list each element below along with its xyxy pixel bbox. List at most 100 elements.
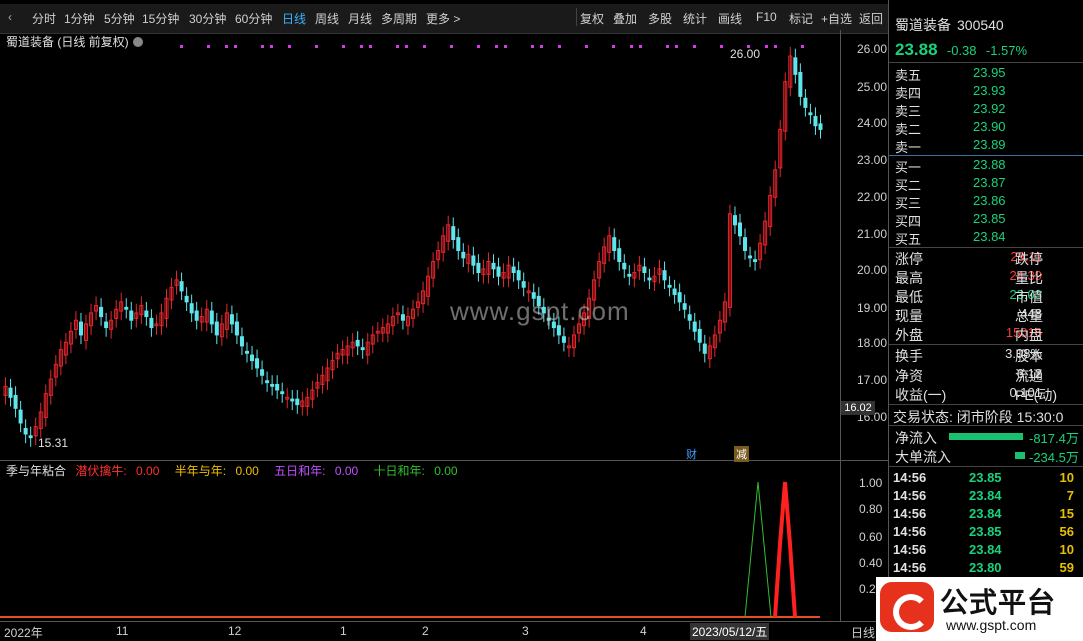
candle-body	[295, 398, 300, 406]
f10-button[interactable]: F10	[756, 10, 777, 24]
signal-dot	[639, 45, 642, 48]
bid-price: 23.88	[973, 157, 1006, 172]
period-tab[interactable]: 1分钟	[64, 10, 95, 27]
x-tick: 12	[228, 624, 242, 638]
ask-row[interactable]: 卖一 23.89	[895, 137, 1080, 155]
finance-badge[interactable]: 财	[684, 446, 699, 462]
period-indicator: 日线	[851, 626, 876, 640]
flow-bar	[949, 433, 1023, 440]
stock-name: 蜀道装备	[895, 17, 951, 33]
candle-body	[255, 358, 260, 369]
reduce-badge[interactable]: 减	[734, 446, 749, 462]
tick-row: 14:56 23.85 10	[893, 470, 1074, 485]
return-button[interactable]: 返回	[859, 10, 883, 27]
ask-price: 23.90	[973, 119, 1006, 134]
ask-row[interactable]: 卖二 23.90	[895, 119, 1080, 137]
y-tick: 26.00	[857, 42, 888, 56]
bid-row[interactable]: 买二 23.87	[895, 175, 1080, 193]
divider	[889, 344, 1083, 345]
period-tab-active[interactable]: 日线	[282, 10, 306, 27]
restore-right-button[interactable]: 复权	[580, 10, 604, 27]
indicator-chart[interactable]	[0, 474, 840, 620]
candlestick-chart[interactable]	[0, 45, 840, 460]
candle-body	[129, 310, 134, 321]
signal-dot	[693, 45, 696, 48]
flow-row: 大单流入 -234.5万	[895, 449, 1079, 465]
ask-row[interactable]: 卖五 23.95	[895, 65, 1080, 83]
candle-body	[476, 262, 481, 274]
tick-row: 14:56 23.84 10	[893, 542, 1074, 557]
high-price-label: 26.00	[730, 47, 761, 61]
candle-body	[471, 255, 476, 266]
green-spike	[744, 481, 772, 618]
bid-label: 买一	[895, 160, 922, 175]
price-change-pct: -1.57%	[985, 43, 1028, 58]
add-watchlist-button[interactable]: +自选	[821, 10, 852, 27]
candle-body	[753, 259, 758, 263]
y-tick: 0.80	[859, 502, 883, 516]
candle-body	[697, 328, 702, 343]
candle-body	[99, 306, 104, 318]
stat-row: 换手 3.08% 股本	[895, 346, 1043, 364]
candle-body	[265, 380, 270, 384]
overlay-button[interactable]: 叠加	[613, 10, 637, 27]
signal-dot	[675, 45, 678, 48]
y-tick: 24.00	[857, 116, 888, 130]
ask-row[interactable]: 卖四 23.93	[895, 83, 1080, 101]
candle-body	[234, 321, 239, 336]
tick-row: 14:56 23.80 59	[893, 560, 1074, 575]
candle-body	[214, 321, 219, 336]
statistics-button[interactable]: 统计	[683, 10, 707, 27]
ask-price: 23.92	[973, 101, 1006, 116]
candle-body	[511, 266, 516, 274]
bid-row[interactable]: 买四 23.85	[895, 211, 1080, 229]
period-tab[interactable]: 60分钟	[235, 10, 272, 27]
period-tab[interactable]: 周线	[315, 10, 339, 27]
signal-dot	[585, 45, 588, 48]
y-tick: 0.40	[859, 556, 883, 570]
signal-dot	[801, 45, 804, 48]
candle-body	[244, 350, 250, 354]
period-tab[interactable]: 分时	[32, 10, 56, 27]
period-tab[interactable]: 5分钟	[104, 10, 135, 27]
period-toolbar: ‹ 分时 1分钟 5分钟 15分钟 30分钟 60分钟 日线 周线 月线 多周期…	[0, 0, 888, 34]
candle-body	[280, 391, 285, 395]
bid-row[interactable]: 买一 23.88	[895, 157, 1080, 175]
candle-body	[521, 281, 526, 288]
bid-row[interactable]: 买五 23.84	[895, 229, 1080, 247]
divider	[889, 404, 1083, 405]
ask-row[interactable]: 卖三 23.92	[895, 101, 1080, 119]
candle-body	[239, 336, 244, 347]
price-axis: 26.00 25.00 24.00 23.00 22.00 21.00 20.0…	[840, 30, 888, 460]
last-price: 23.88	[895, 40, 938, 59]
period-tab[interactable]: 月线	[348, 10, 372, 27]
brand-logo: 公式平台 www.gspt.com	[876, 577, 1083, 641]
flow-row: 净流入 -817.4万	[895, 430, 1079, 446]
multi-stock-button[interactable]: 多股	[648, 10, 672, 27]
candle-body	[8, 387, 13, 398]
period-tab[interactable]: 30分钟	[189, 10, 226, 27]
candle-body	[184, 295, 189, 303]
period-tab[interactable]: 15分钟	[142, 10, 179, 27]
candle-body	[667, 284, 672, 288]
signal-dot	[765, 45, 768, 48]
draw-line-button[interactable]: 画线	[718, 10, 742, 27]
x-tick: 11	[116, 624, 129, 638]
candle-body	[400, 314, 405, 321]
period-tab[interactable]: 多周期	[381, 10, 417, 27]
time-axis: 2022年 11 12 1 2 3 4 2023/05/12/五 日线	[0, 621, 888, 641]
candle-body	[290, 398, 295, 402]
signal-dot	[423, 45, 426, 48]
back-arrow-icon[interactable]: ‹	[8, 10, 12, 24]
candle-body	[189, 303, 194, 314]
y-tick: 18.00	[857, 336, 888, 350]
bid-row[interactable]: 买三 23.86	[895, 193, 1080, 211]
stat-row: 外盘 15016 内盘	[895, 325, 1043, 343]
signal-dot	[504, 45, 507, 48]
bid-price: 23.84	[973, 229, 1006, 244]
candle-body	[360, 347, 365, 351]
signal-dot	[288, 45, 291, 48]
signal-dot	[558, 45, 561, 48]
mark-button[interactable]: 标记	[789, 10, 813, 27]
more-menu[interactable]: 更多 >	[426, 10, 460, 27]
